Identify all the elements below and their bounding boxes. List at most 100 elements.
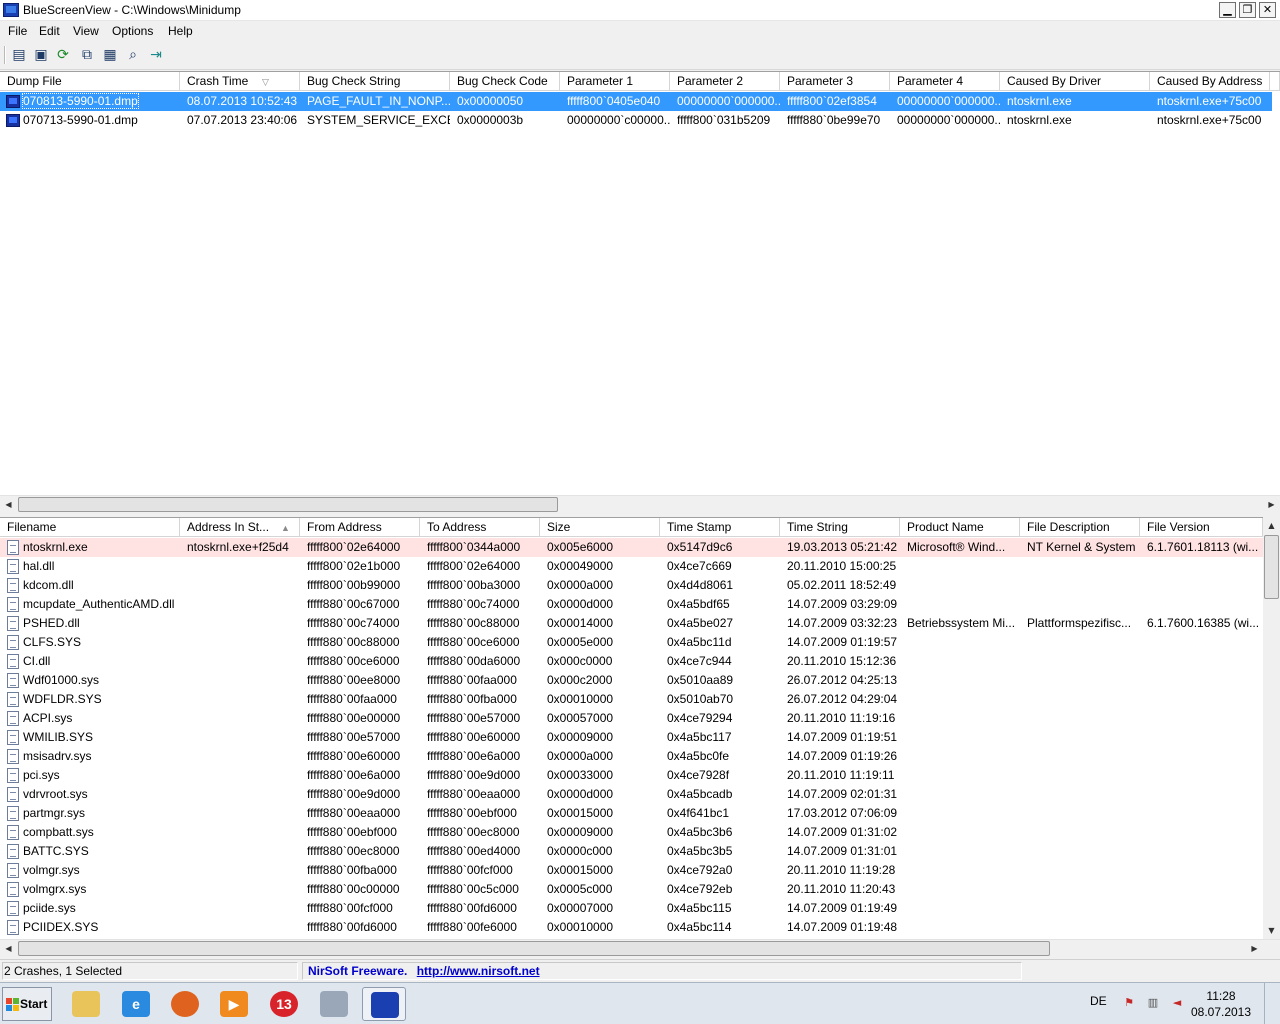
crash-dump-file-cell: 070713-5990-01.dmp (0, 111, 180, 130)
col-address-in-stack[interactable]: Address In St... ▲ (180, 518, 300, 537)
col-time-stamp[interactable]: Time Stamp (660, 518, 780, 537)
scroll-right-arrow-icon[interactable]: ▶ (1246, 940, 1263, 957)
col-size[interactable]: Size (540, 518, 660, 537)
taskbar-app-explorer[interactable] (64, 987, 108, 1021)
scroll-thumb[interactable] (18, 497, 558, 512)
restore-button[interactable]: ❐ (1239, 2, 1256, 18)
language-indicator[interactable]: DE (1090, 994, 1107, 1008)
taskbar-app-firefox[interactable] (163, 987, 207, 1021)
module-row[interactable]: pci.sys fffff880`00e6a000 fffff880`00e9d00… (0, 766, 1263, 785)
module-row[interactable]: ntoskrnl.exe ntoskrnl.exe+f25d4 fffff800`0… (0, 538, 1263, 557)
close-button[interactable]: ✕ (1259, 2, 1276, 18)
module-row[interactable]: kdcom.dll fffff800`00b99000 fffff800`00ba3… (0, 576, 1263, 595)
crash-list-hscrollbar[interactable]: ◀ ▶ (0, 495, 1280, 512)
menu-edit[interactable]: Edit (39, 24, 60, 38)
taskbar-app-internet-explorer[interactable]: e (114, 987, 158, 1021)
module-product-name (900, 576, 1020, 595)
module-list-hscrollbar[interactable]: ◀ ▶ (0, 939, 1280, 956)
action-center-icon[interactable]: ⚑ (1122, 996, 1136, 1010)
col-bug-check-code[interactable]: Bug Check Code (450, 72, 560, 91)
save-icon[interactable]: ▣ (32, 46, 50, 64)
module-row[interactable]: compbatt.sys fffff880`00ebf000 fffff880`00… (0, 823, 1263, 842)
col-file-version[interactable]: File Version (1140, 518, 1263, 537)
module-row[interactable]: partmgr.sys fffff880`00eaa000 fffff880`00e… (0, 804, 1263, 823)
scroll-right-arrow-icon[interactable]: ▶ (1263, 496, 1280, 513)
vscroll-thumb[interactable] (1264, 535, 1279, 599)
module-row[interactable]: ACPI.sys fffff880`00e00000 fffff880`00e570… (0, 709, 1263, 728)
col-file-description[interactable]: File Description (1020, 518, 1140, 537)
taskbar-app-nero[interactable]: 13 (262, 987, 306, 1021)
col-dump-file[interactable]: Dump File (0, 72, 180, 91)
module-row[interactable]: hal.dll fffff800`02e1b000 fffff800`02e6400… (0, 557, 1263, 576)
crash-row[interactable]: 070813-5990-01.dmp 08.07.2013 10:52:43 P… (0, 92, 1272, 111)
module-filename-cell: WMILIB.SYS (0, 728, 180, 747)
copy-icon[interactable]: ⧉ (78, 46, 96, 64)
volume-muted-icon[interactable]: ◄ (1170, 996, 1184, 1010)
col-parameter-1[interactable]: Parameter 1 (560, 72, 670, 91)
col-from-address[interactable]: From Address (300, 518, 420, 537)
module-row[interactable]: Wdf01000.sys fffff880`00ee8000 fffff880`00… (0, 671, 1263, 690)
col-parameter-4[interactable]: Parameter 4 (890, 72, 1000, 91)
refresh-icon[interactable]: ⟳ (54, 46, 72, 64)
col-to-address[interactable]: To Address (420, 518, 540, 537)
html-report-icon[interactable]: ▦ (101, 46, 119, 64)
scroll-thumb[interactable] (18, 941, 1050, 956)
col-product-name[interactable]: Product Name (900, 518, 1020, 537)
clock[interactable]: 11:28 08.07.2013 (1190, 988, 1252, 1020)
module-row[interactable]: CLFS.SYS fffff880`00c88000 fffff880`00ce60… (0, 633, 1263, 652)
col-filename[interactable]: Filename (0, 518, 180, 537)
minimize-button[interactable]: ▁ (1219, 2, 1236, 18)
find-icon[interactable]: ⌕ (124, 46, 142, 64)
taskbar-app-media-player[interactable]: ▶ (212, 987, 256, 1021)
col-caused-by-address[interactable]: Caused By Address (1150, 72, 1270, 91)
network-icon[interactable]: ▥ (1146, 996, 1160, 1010)
exit-icon[interactable]: ⇥ (147, 46, 165, 64)
module-filename: kdcom.dll (23, 578, 74, 592)
module-row[interactable]: PCIIDEX.SYS fffff880`00fd6000 fffff880`00f… (0, 918, 1263, 937)
module-row[interactable]: CI.dll fffff880`00ce6000 fffff880`00da6000… (0, 652, 1263, 671)
module-product-name (900, 652, 1020, 671)
module-row[interactable]: msisadrv.sys fffff880`00e60000 fffff880`00… (0, 747, 1263, 766)
menu-help[interactable]: Help (168, 24, 193, 38)
module-row[interactable]: vdrvroot.sys fffff880`00e9d000 fffff880`00… (0, 785, 1263, 804)
menu-options[interactable]: Options (112, 24, 153, 38)
module-row[interactable]: BATTC.SYS fffff880`00ec8000 fffff880`00ed4… (0, 842, 1263, 861)
col-parameter-2[interactable]: Parameter 2 (670, 72, 780, 91)
bluescreenview-app-icon[interactable] (3, 3, 19, 17)
col-caused-by-driver[interactable]: Caused By Driver (1000, 72, 1150, 91)
start-button[interactable]: Start (2, 987, 52, 1021)
module-row[interactable]: WMILIB.SYS fffff880`00e57000 fffff880`00e6… (0, 728, 1263, 747)
taskbar-app-calculator[interactable] (312, 987, 356, 1021)
module-row[interactable]: mcupdate_AuthenticAMD.dll fffff880`00c670… (0, 595, 1263, 614)
show-desktop-button[interactable] (1264, 983, 1280, 1024)
module-row[interactable]: WDFLDR.SYS fffff880`00faa000 fffff880`00fb… (0, 690, 1263, 709)
module-row[interactable]: volmgrx.sys fffff880`00c00000 fffff880`00c… (0, 880, 1263, 899)
properties-icon[interactable]: ▤ (10, 46, 28, 64)
menu-file[interactable]: File (8, 24, 27, 38)
module-row[interactable]: volmgr.sys fffff880`00fba000 fffff880`00fc… (0, 861, 1263, 880)
col-more[interactable] (1270, 72, 1280, 91)
module-file-icon (7, 578, 19, 593)
scroll-down-arrow-icon[interactable]: ▼ (1263, 922, 1280, 939)
taskbar-app-bluescreenview[interactable] (362, 987, 406, 1021)
scroll-left-arrow-icon[interactable]: ◀ (0, 940, 17, 957)
menu-view[interactable]: View (73, 24, 99, 38)
col-crash-time[interactable]: Crash Time ▽ (180, 72, 300, 91)
col-time-string[interactable]: Time String (780, 518, 900, 537)
module-list[interactable]: Filename Address In St... ▲ From Address … (0, 517, 1263, 939)
module-row[interactable]: pciide.sys fffff880`00fcf000 fffff880`00fd… (0, 899, 1263, 918)
module-list-vscrollbar[interactable]: ▲ ▼ (1263, 517, 1280, 939)
col-parameter-3[interactable]: Parameter 3 (780, 72, 890, 91)
scroll-up-arrow-icon[interactable]: ▲ (1263, 517, 1280, 534)
nirsoft-link[interactable]: http://www.nirsoft.net (417, 964, 540, 978)
module-row[interactable]: PSHED.dll fffff880`00c74000 fffff880`00c88… (0, 614, 1263, 633)
crash-row[interactable]: 070713-5990-01.dmp 07.07.2013 23:40:06 S… (0, 111, 1272, 130)
nirsoft-status: NirSoft Freeware. http://www.nirsoft.net (302, 962, 1022, 980)
toolbar: ▤ ▣ ⟳ ⧉ ▦ ⌕ ⇥ (0, 42, 1280, 70)
dump-file-name: 070813-5990-01.dmp (22, 93, 139, 109)
col-bug-check-string[interactable]: Bug Check String (300, 72, 450, 91)
crash-list[interactable]: Dump File Crash Time ▽ Bug Check String B… (0, 71, 1280, 496)
scroll-left-arrow-icon[interactable]: ◀ (0, 496, 17, 513)
module-file-version (1140, 785, 1263, 804)
module-file-description: Plattformspezifisc... (1027, 616, 1132, 630)
